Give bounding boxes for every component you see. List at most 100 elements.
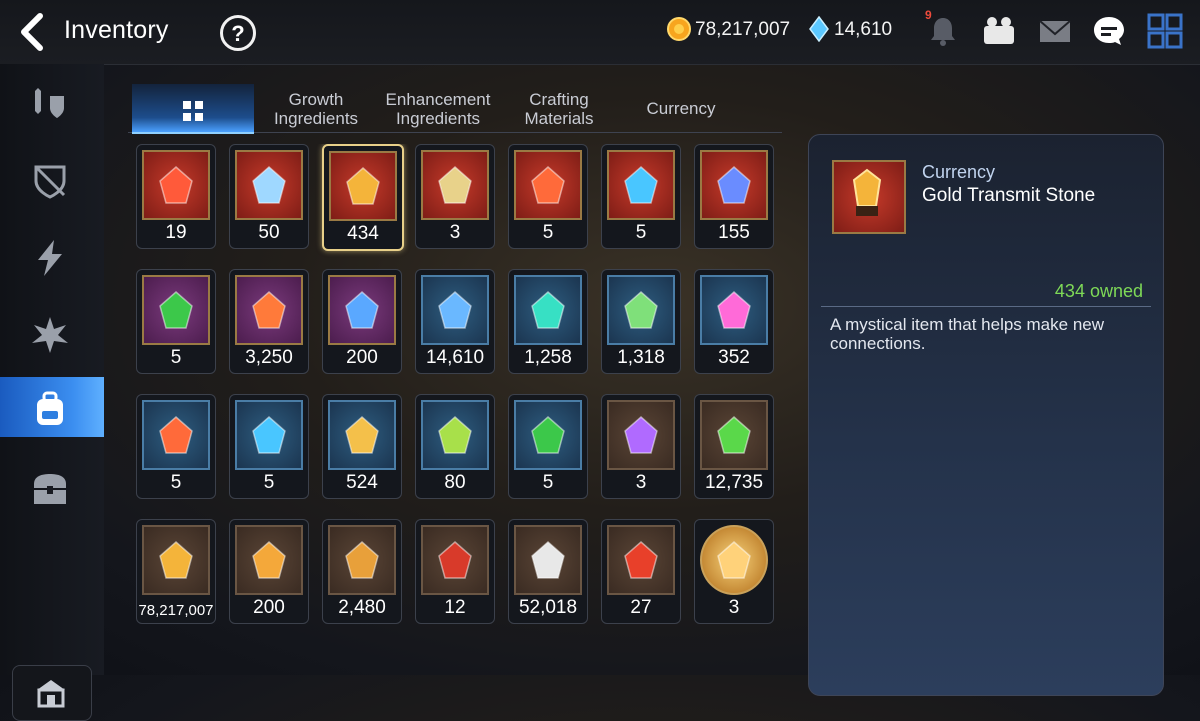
item-slot[interactable]: 19 xyxy=(136,144,216,249)
menu-grid-icon[interactable] xyxy=(1146,12,1184,50)
burst-icon xyxy=(32,317,68,353)
item-icon xyxy=(421,150,489,220)
item-glyph xyxy=(702,152,766,218)
storage-button[interactable] xyxy=(12,665,92,721)
item-slot[interactable]: 155 xyxy=(694,144,774,249)
item-slot[interactable]: 5 xyxy=(508,144,588,249)
crystal-icon xyxy=(809,16,829,42)
item-quantity: 3 xyxy=(635,472,647,493)
item-slot[interactable]: 12,735 xyxy=(694,394,774,499)
item-quantity: 200 xyxy=(253,597,285,618)
tab-all[interactable] xyxy=(132,84,254,134)
item-quantity: 3,250 xyxy=(245,347,293,368)
item-quantity: 12,735 xyxy=(704,472,764,493)
sidebar-item-runes[interactable] xyxy=(0,303,104,363)
item-slot[interactable]: 3 xyxy=(601,394,681,499)
item-quantity: 3 xyxy=(728,597,740,618)
chat-icon[interactable] xyxy=(1090,12,1128,50)
item-slot-selected[interactable]: 434 xyxy=(322,144,404,251)
item-quantity: 2,480 xyxy=(338,597,386,618)
item-quantity: 12 xyxy=(444,597,466,618)
item-glyph xyxy=(423,277,487,343)
item-icon xyxy=(514,275,582,345)
sidebar-item-materials[interactable] xyxy=(0,377,104,437)
backpack-icon xyxy=(37,391,63,425)
item-slot[interactable]: 2,480 xyxy=(322,519,402,624)
item-slot[interactable]: 5 xyxy=(229,394,309,499)
item-slot[interactable]: 80 xyxy=(415,394,495,499)
item-slot[interactable]: 524 xyxy=(322,394,402,499)
detail-item-icon xyxy=(832,160,906,234)
item-icon xyxy=(235,525,303,595)
item-icon xyxy=(700,150,768,220)
item-slot[interactable]: 3,250 xyxy=(229,269,309,374)
item-glyph xyxy=(330,277,394,343)
item-slot[interactable]: 5 xyxy=(508,394,588,499)
detail-divider xyxy=(821,306,1151,307)
item-quantity: 5 xyxy=(542,222,554,243)
item-slot[interactable]: 1,318 xyxy=(601,269,681,374)
item-slot[interactable]: 5 xyxy=(136,394,216,499)
item-quantity: 524 xyxy=(346,472,378,493)
item-slot[interactable]: 27 xyxy=(601,519,681,624)
item-glyph xyxy=(609,152,673,218)
sidebar-item-artifacts[interactable] xyxy=(0,149,104,209)
bell-icon[interactable] xyxy=(924,12,962,50)
item-glyph xyxy=(702,527,766,593)
item-glyph xyxy=(423,402,487,468)
item-glyph xyxy=(144,527,208,593)
item-glyph xyxy=(516,152,580,218)
item-quantity: 352 xyxy=(718,347,750,368)
sidebar-item-chests[interactable] xyxy=(0,456,104,516)
item-slot[interactable]: 12 xyxy=(415,519,495,624)
detail-owned-count: 434 owned xyxy=(1054,281,1143,301)
tab-currency[interactable]: Currency xyxy=(622,99,740,147)
filter-tabs: Growth Ingredients Enhancement Ingredien… xyxy=(128,84,782,134)
item-quantity: 27 xyxy=(630,597,652,618)
item-slot[interactable]: 3 xyxy=(694,519,774,624)
item-slot[interactable]: 200 xyxy=(322,269,402,374)
top-bar: Inventory ? 78,217,007 14,610 9 xyxy=(0,0,1200,65)
tab-crafting-materials[interactable]: Crafting Materials xyxy=(506,90,612,138)
detail-category: Currency xyxy=(922,162,996,182)
back-button[interactable] xyxy=(14,10,54,54)
item-glyph xyxy=(516,527,580,593)
item-slot[interactable]: 52,018 xyxy=(508,519,588,624)
sidebar-item-equipment[interactable] xyxy=(0,72,104,132)
item-slot[interactable]: 200 xyxy=(229,519,309,624)
item-slot[interactable]: 3 xyxy=(415,144,495,249)
tab-growth-ingredients[interactable]: Growth Ingredients xyxy=(260,90,372,138)
item-quantity: 3 xyxy=(449,222,461,243)
item-slot[interactable]: 5 xyxy=(136,269,216,374)
item-glyph xyxy=(237,152,301,218)
item-glyph xyxy=(609,402,673,468)
item-icon xyxy=(328,400,396,470)
friends-icon[interactable] xyxy=(980,12,1018,50)
item-icon xyxy=(142,400,210,470)
item-icon xyxy=(607,150,675,220)
item-quantity: 19 xyxy=(165,222,187,243)
item-quantity: 78,217,007 xyxy=(138,602,214,619)
item-icon xyxy=(514,525,582,595)
mail-icon[interactable] xyxy=(1036,12,1074,50)
back-arrow-icon xyxy=(21,13,43,51)
item-slot[interactable]: 14,610 xyxy=(415,269,495,374)
help-button[interactable]: ? xyxy=(220,15,256,51)
item-glyph xyxy=(144,277,208,343)
item-slot[interactable]: 78,217,007 xyxy=(136,519,216,624)
item-quantity: 52,018 xyxy=(518,597,578,618)
item-icon xyxy=(142,150,210,220)
tab-enhancement-ingredients[interactable]: Enhancement Ingredients xyxy=(380,90,496,138)
item-quantity: 5 xyxy=(635,222,647,243)
item-slot[interactable]: 50 xyxy=(229,144,309,249)
item-quantity: 1,258 xyxy=(524,347,572,368)
item-slot[interactable]: 5 xyxy=(601,144,681,249)
item-slot[interactable]: 352 xyxy=(694,269,774,374)
item-glyph xyxy=(144,152,208,218)
broken-shield-icon xyxy=(34,165,66,199)
item-slot[interactable]: 1,258 xyxy=(508,269,588,374)
sidebar-item-catalysts[interactable] xyxy=(0,226,104,286)
item-glyph xyxy=(609,527,673,593)
item-glyph xyxy=(609,277,673,343)
item-icon xyxy=(235,150,303,220)
